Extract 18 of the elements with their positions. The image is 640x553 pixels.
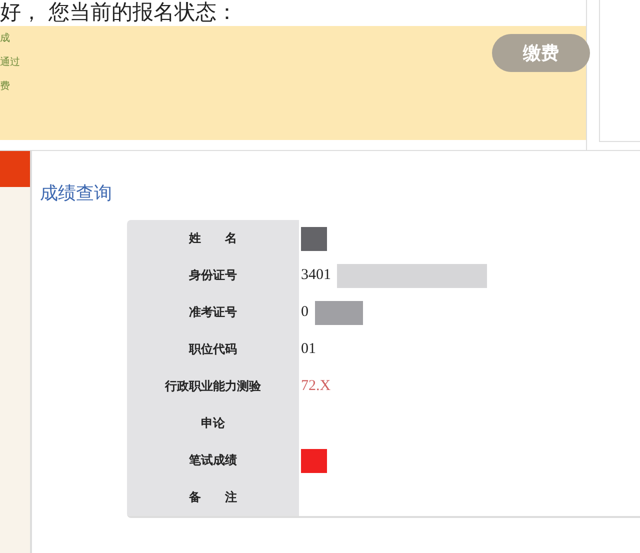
section-title: 成绩查询: [40, 182, 113, 205]
field-value: 3401: [301, 267, 331, 284]
field-label: 申论: [127, 405, 299, 442]
field-value: 0: [301, 304, 308, 321]
field-label: 身份证号: [127, 257, 299, 294]
field-label: 笔试成绩: [127, 442, 299, 479]
active-menu-item[interactable]: [0, 151, 30, 187]
field-label: 准考证号: [127, 294, 299, 331]
field-value: 72.X: [301, 378, 331, 395]
step-label: 通过: [0, 56, 20, 70]
status-heading: 好， 您当前的报名状态：: [0, 0, 239, 25]
field-label: 备 注: [127, 479, 299, 516]
step-label: 成: [0, 32, 11, 46]
field-value: 01: [301, 341, 316, 358]
field-label: 行政职业能力测验: [127, 368, 299, 405]
field-label: 职位代码: [127, 331, 299, 368]
field-label: 姓 名: [127, 220, 299, 257]
step-label: 费: [0, 80, 11, 94]
